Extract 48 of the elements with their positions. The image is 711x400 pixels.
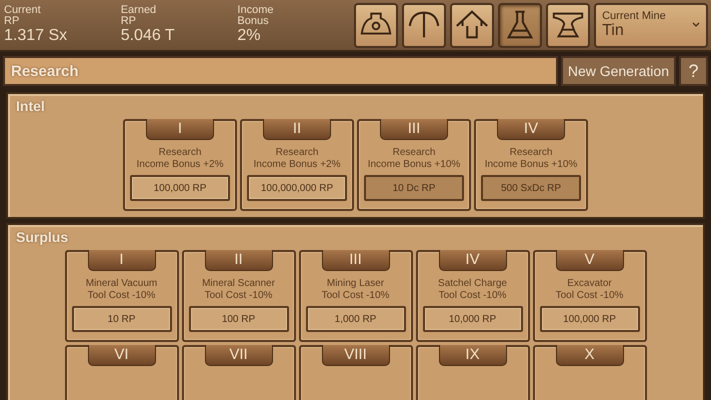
nav-tab[interactable]	[546, 2, 590, 48]
stat-value: 1.317 Sx	[4, 27, 68, 45]
page-title-bar: Research	[3, 56, 558, 86]
cost-button[interactable]: 100 RP	[188, 306, 288, 332]
help-button[interactable]: ?	[679, 56, 708, 86]
upgrade-description: Research Income Bonus +2%	[254, 147, 340, 171]
chevron-down-icon	[692, 22, 700, 28]
cost-button[interactable]: 100,000,000 RP	[247, 175, 347, 201]
nav-tab[interactable]	[402, 2, 446, 48]
tier-tab[interactable]: X	[556, 345, 624, 366]
upgrade-description: Excavator Tool Cost -10%	[556, 278, 624, 302]
upgrade-description: Satchel Charge Tool Cost -10%	[438, 278, 507, 302]
tier-tab[interactable]: IV	[438, 250, 506, 271]
stat-value: 2%	[237, 27, 262, 45]
dropdown-label: Current Mine	[602, 10, 667, 22]
mine-dropdown[interactable]: Current Mine Tin	[594, 2, 708, 48]
tier-tab[interactable]: I	[88, 250, 156, 271]
section-title: Intel	[16, 97, 46, 115]
dropdown-value: Tin	[602, 22, 625, 40]
upgrade-description: Research Income Bonus +10%	[484, 147, 578, 171]
tier-tab[interactable]: IX	[438, 345, 506, 366]
tier-tab[interactable]: VIII	[322, 345, 390, 366]
cost-button[interactable]: 1,000 RP	[306, 306, 406, 332]
nav-tab[interactable]	[450, 2, 494, 48]
upgrade-description: Research Income Bonus +10%	[368, 147, 460, 171]
tier-tab[interactable]: III	[322, 250, 390, 271]
upgrade-description: Mineral Scanner Tool Cost -10%	[202, 278, 275, 302]
upgrade-description: Research Income Bonus +2%	[136, 147, 224, 171]
stat-label: Earned RP	[120, 5, 158, 27]
upgrade-description: Mineral Vacuum Tool Cost -10%	[86, 278, 158, 302]
tier-tab[interactable]: II	[263, 119, 331, 140]
section-title: Surplus	[16, 228, 70, 246]
tier-tab[interactable]: V	[556, 250, 624, 271]
tier-tab[interactable]: I	[146, 119, 214, 140]
stat-label: Income Bonus	[237, 5, 274, 27]
cost-button[interactable]: 100,000 RP	[540, 306, 640, 332]
nav-tab[interactable]	[498, 2, 542, 48]
tier-tab[interactable]: II	[204, 250, 272, 271]
cost-button[interactable]: 10 RP	[72, 306, 172, 332]
tier-tab[interactable]: VII	[204, 345, 272, 366]
cost-button[interactable]: 10,000 RP	[422, 306, 522, 332]
new-generation-button[interactable]: New Generation	[560, 56, 676, 86]
cost-button[interactable]: 100,000 RP	[130, 175, 230, 201]
nav-tab[interactable]	[354, 2, 398, 48]
tier-tab[interactable]: VI	[88, 345, 156, 366]
stat-value: 5.046 T	[120, 27, 176, 45]
stat-label: Current RP	[4, 5, 42, 27]
upgrade-description: Mining Laser Tool Cost -10%	[322, 278, 390, 302]
